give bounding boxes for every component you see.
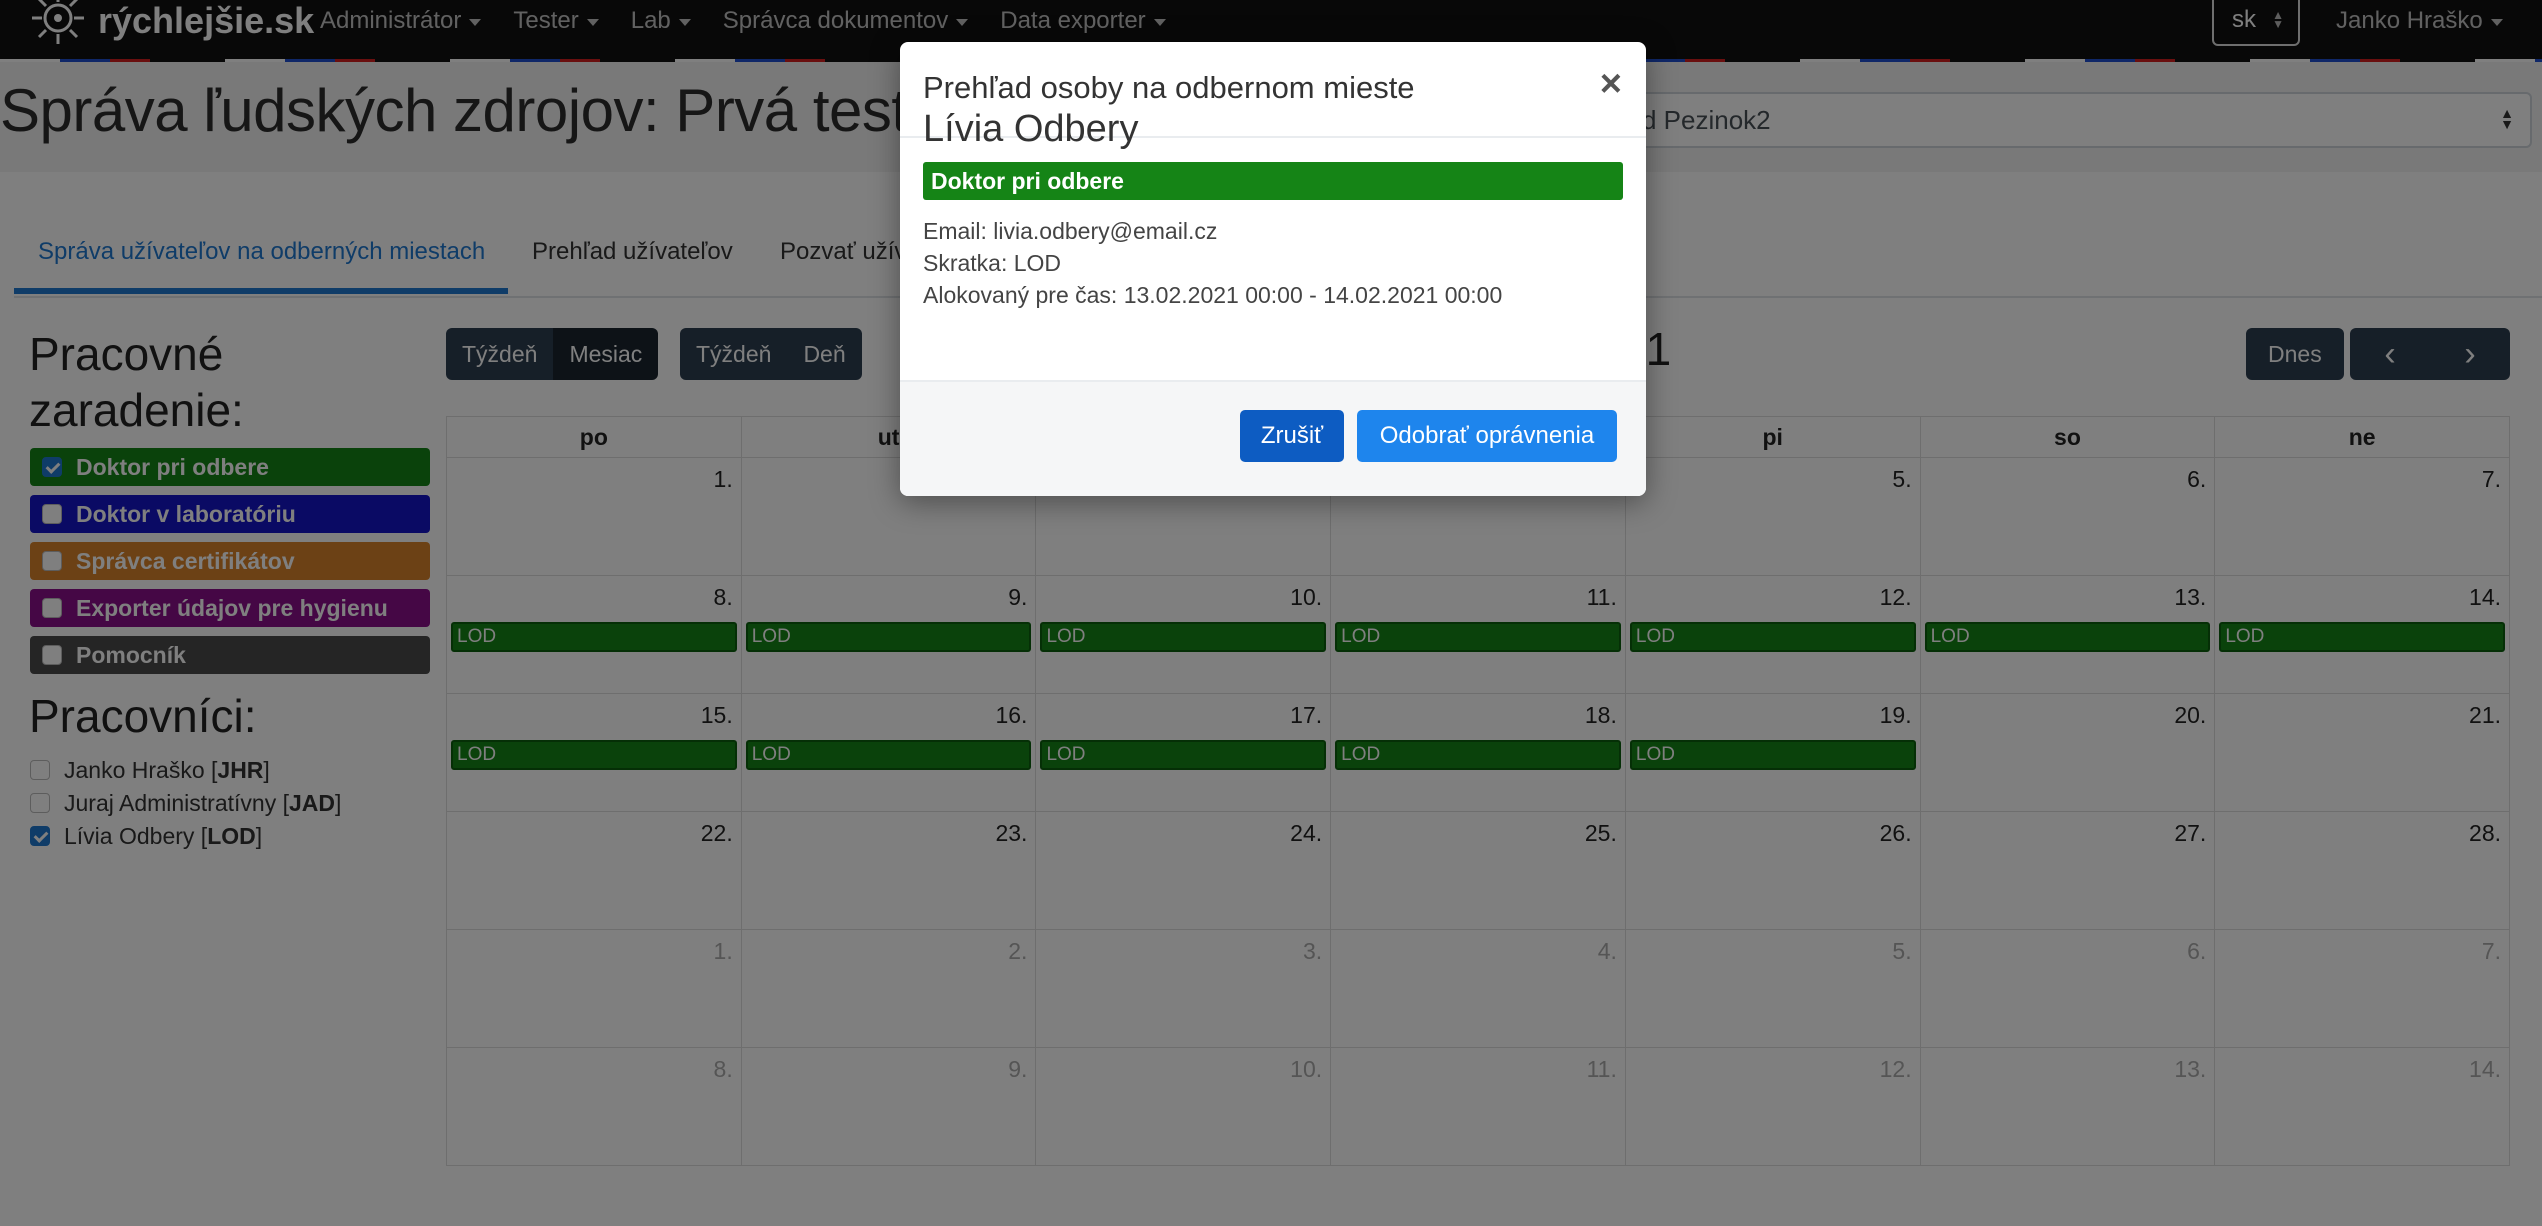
modal-footer: Zrušiť Odobrať oprávnenia <box>900 380 1646 496</box>
email-line: Email: livia.odbery@email.cz <box>923 218 1218 244</box>
cancel-button[interactable]: Zrušiť <box>1240 410 1344 462</box>
person-detail-modal: Prehľad osoby na odbernom mieste × Lívia… <box>900 42 1646 496</box>
role-badge: Doktor pri odbere <box>923 162 1623 200</box>
allocation-line: Alokovaný pre čas: 13.02.2021 00:00 - 14… <box>923 282 1503 308</box>
close-icon[interactable]: × <box>1600 64 1622 104</box>
person-name: Lívia Odbery <box>923 108 1139 150</box>
remove-permissions-button[interactable]: Odobrať oprávnenia <box>1357 410 1617 462</box>
modal-title: Prehľad osoby na odbernom mieste <box>923 70 1415 105</box>
code-line: Skratka: LOD <box>923 250 1062 276</box>
